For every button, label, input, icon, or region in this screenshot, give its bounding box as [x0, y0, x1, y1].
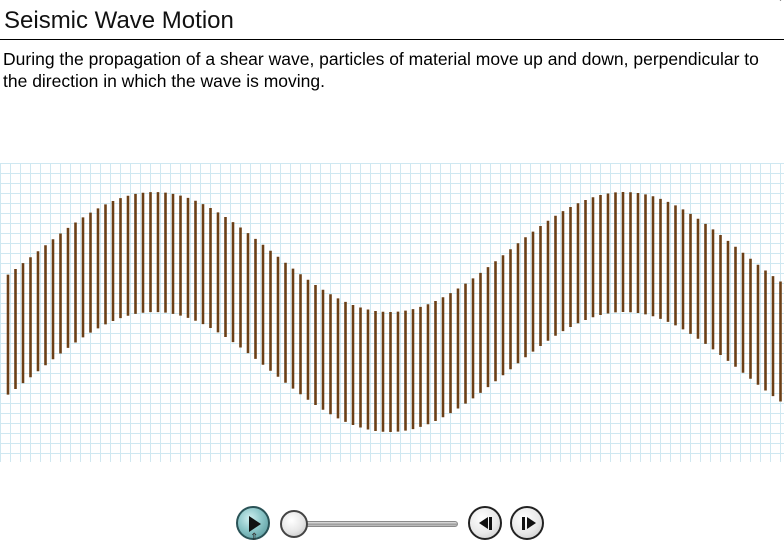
play-icon — [249, 516, 261, 532]
playback-controls: ⇑ — [236, 505, 552, 543]
shear-wave-animation — [6, 192, 782, 432]
mouse-cursor-icon: ⇑ — [250, 532, 259, 543]
step-forward-icon — [527, 517, 536, 529]
step-back-icon — [479, 517, 488, 529]
progress-slider-track[interactable] — [294, 521, 458, 527]
progress-slider-thumb[interactable] — [280, 510, 308, 538]
description-text: During the propagation of a shear wave, … — [3, 49, 759, 91]
title-divider — [0, 39, 784, 40]
step-back-button[interactable] — [468, 506, 502, 540]
page-title: Seismic Wave Motion — [4, 7, 234, 34]
corner-mark: ` — [778, 0, 782, 10]
step-forward-button[interactable] — [510, 506, 544, 540]
